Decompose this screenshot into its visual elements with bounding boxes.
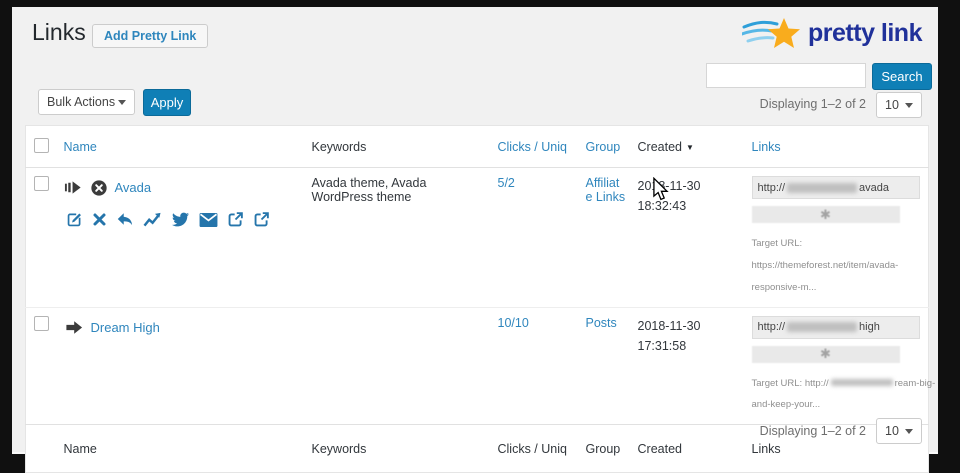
displaying-count: Displaying 1–2 of 2 xyxy=(760,424,866,438)
redacted-domain xyxy=(831,379,893,386)
footer-column-group: Group xyxy=(586,442,621,456)
footer-column-name: Name xyxy=(56,425,304,473)
created-cell: 2018-11-30 17:31:58 xyxy=(630,307,738,425)
bulk-actions-label: Bulk Actions xyxy=(47,95,115,109)
bulk-actions-select[interactable]: Bulk Actions xyxy=(38,89,135,115)
footer-column-clicks: Clicks / Uniq xyxy=(490,425,582,473)
redacted-domain xyxy=(787,322,857,332)
edit-icon[interactable] xyxy=(66,211,83,228)
table-header-row: Name Keywords Clicks / Uniq Group Create… xyxy=(26,126,929,168)
blurred-slug-strip: ✱ xyxy=(752,206,900,223)
chevron-down-icon xyxy=(905,103,913,108)
group-link[interactable]: Affiliate Links xyxy=(586,176,626,204)
email-icon[interactable] xyxy=(199,212,218,228)
add-pretty-link-button[interactable]: Add Pretty Link xyxy=(92,24,208,48)
link-name[interactable]: Dream High xyxy=(91,320,160,335)
column-header-name[interactable]: Name xyxy=(64,140,97,154)
search-input[interactable] xyxy=(706,63,866,88)
stats-icon[interactable] xyxy=(143,211,162,228)
column-header-clicks[interactable]: Clicks / Uniq xyxy=(498,140,567,154)
page-size-select[interactable]: 10 xyxy=(876,92,922,118)
link-name[interactable]: Avada xyxy=(115,180,152,195)
delete-icon[interactable] xyxy=(92,212,107,227)
sparkle-icon: ✱ xyxy=(820,207,831,223)
redacted-domain xyxy=(787,183,857,193)
blurred-slug-strip: ✱ xyxy=(752,346,900,363)
apply-button[interactable]: Apply xyxy=(143,89,191,116)
target-url-text: Target URL: https://themeforest.net/item… xyxy=(752,233,937,299)
table-row: Dream High 10/10 Posts 2018-11-30 17:31:… xyxy=(26,307,929,425)
open-pretty-link-icon[interactable] xyxy=(227,211,244,228)
page-size-value: 10 xyxy=(885,424,899,438)
pretty-url-field[interactable]: http://avada xyxy=(752,176,920,199)
tweet-icon[interactable] xyxy=(171,211,190,228)
nofollow-circle-x-icon xyxy=(90,179,108,197)
select-all-checkbox[interactable] xyxy=(34,138,49,153)
row-checkbox[interactable] xyxy=(34,316,49,331)
chevron-down-icon xyxy=(905,429,913,434)
pretty-link-logo: pretty link xyxy=(742,15,922,51)
pretty-url-field[interactable]: http://high xyxy=(752,316,920,339)
column-header-created[interactable]: Created▼ xyxy=(638,140,694,154)
column-header-group[interactable]: Group xyxy=(586,140,621,154)
group-link[interactable]: Posts xyxy=(586,316,617,330)
sparkle-icon: ✱ xyxy=(820,346,831,362)
table-row: Avada xyxy=(26,168,929,308)
column-header-keywords: Keywords xyxy=(304,126,490,168)
open-target-url-icon[interactable] xyxy=(253,211,270,228)
footer-column-created: Created xyxy=(630,425,738,473)
target-url-text: Target URL: http://ream-big-and-keep-you… xyxy=(752,373,937,417)
created-cell: 2018-11-30 18:32:43 xyxy=(630,168,738,308)
arrow-icon xyxy=(64,318,84,337)
keywords-cell xyxy=(304,307,490,425)
page-size-value: 10 xyxy=(885,98,899,112)
page-title: Links xyxy=(32,19,86,46)
column-header-links[interactable]: Links xyxy=(752,140,781,154)
footer-column-keywords: Keywords xyxy=(304,425,490,473)
row-checkbox[interactable] xyxy=(34,176,49,191)
keywords-cell: Avada theme, Avada WordPress theme xyxy=(304,168,490,308)
admin-content-area: Links Add Pretty Link pretty link Search… xyxy=(12,7,938,454)
displaying-count: Displaying 1–2 of 2 xyxy=(760,97,866,111)
search-button[interactable]: Search xyxy=(872,63,932,90)
tracking-arrow-icon xyxy=(64,178,83,197)
sort-desc-icon: ▼ xyxy=(686,143,694,152)
clicks-link[interactable]: 5/2 xyxy=(498,176,515,190)
links-table: Name Keywords Clicks / Uniq Group Create… xyxy=(25,125,929,473)
page-size-select[interactable]: 10 xyxy=(876,418,922,444)
shooting-star-icon xyxy=(742,15,804,51)
chevron-down-icon xyxy=(118,100,126,105)
reset-icon[interactable] xyxy=(116,211,134,228)
clicks-link[interactable]: 10/10 xyxy=(498,316,529,330)
brand-name: pretty link xyxy=(808,19,922,48)
